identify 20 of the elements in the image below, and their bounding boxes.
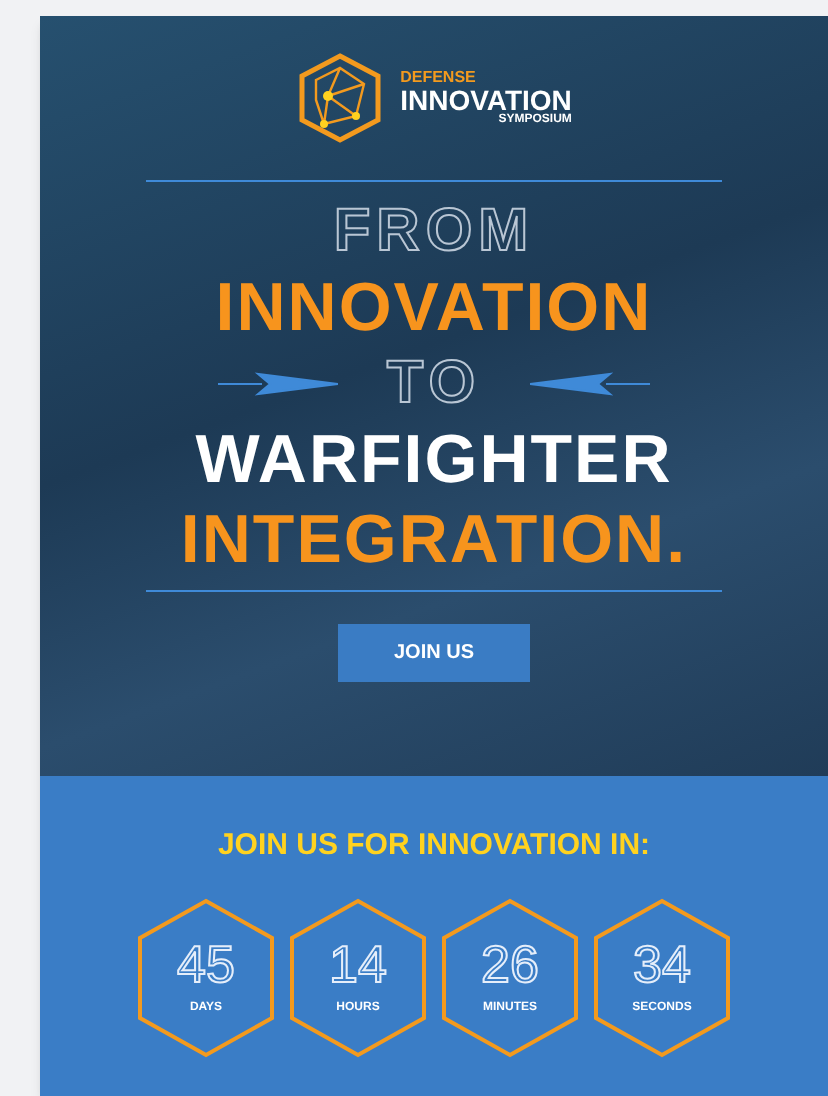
headline-text: TO [386, 354, 482, 414]
countdown-value: 34 [633, 937, 691, 989]
countdown-value: 26 [481, 937, 539, 989]
countdown-title: JOIN US FOR INNOVATION IN: [217, 826, 651, 866]
hexagon-frame-icon [440, 897, 580, 1057]
countdown-value: 14 [329, 937, 387, 989]
hexagon-frame-icon [288, 897, 428, 1057]
headline-text: FROM [333, 202, 535, 262]
headline-text: INTEGRATION. [180, 506, 688, 574]
join-us-button[interactable]: JOIN US [337, 624, 530, 682]
hexagon-frame-icon [136, 897, 276, 1057]
arrow-icon [529, 370, 650, 398]
hexagon-frame-icon [592, 897, 732, 1057]
headline-text: WARFIGHTER [195, 426, 673, 494]
arrow-icon [218, 370, 339, 398]
logo-text: DEFENSE [400, 70, 478, 86]
countdown-value: 45 [177, 937, 235, 989]
logo-text: INNOVATION [400, 86, 572, 114]
hexagon-network-logo-icon [296, 52, 385, 144]
headline-text: INNOVATION [215, 274, 653, 342]
